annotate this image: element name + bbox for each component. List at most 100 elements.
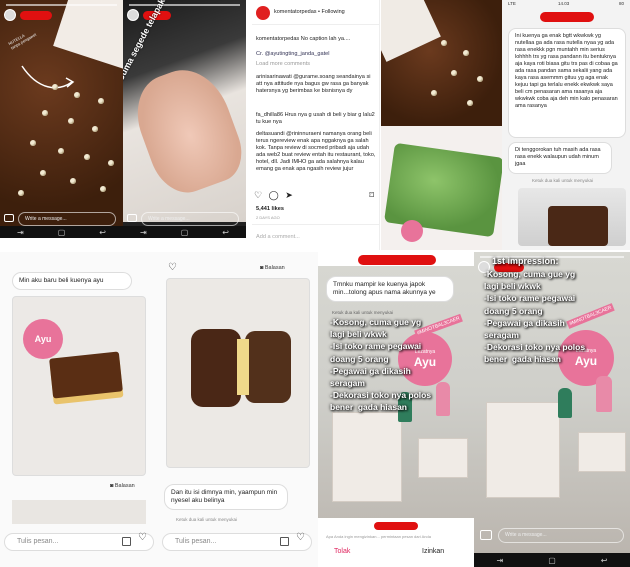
chocolate-ball — [108, 160, 114, 166]
store-display-table — [418, 438, 468, 478]
chocolate-ball — [30, 140, 36, 146]
account-name[interactable]: komentatorpedas — [274, 9, 317, 15]
chocolate-ball — [52, 84, 58, 90]
dm-panel-cake-box: Min aku baru beli kuenya ayu Ayu ◙ Balas… — [0, 252, 158, 567]
post-caption: komentatorpedas No caption lah ya.... — [256, 36, 351, 42]
reply-label-top[interactable]: ◙ Balasan — [260, 265, 285, 271]
redacted-username — [374, 522, 418, 530]
home-icon[interactable]: ▢ — [58, 228, 66, 237]
message-input[interactable]: Write a message... — [141, 212, 239, 226]
gallery-icon[interactable] — [280, 537, 289, 546]
back-icon[interactable]: ↩ — [222, 228, 229, 237]
recent-apps-icon[interactable]: ⇥ — [140, 228, 147, 237]
store-impression-overlay: -Kosong, cuma gue yg lagi beli wkwk -Isi… — [484, 269, 586, 365]
chocolate-ball — [451, 70, 457, 76]
follow-status[interactable]: • Following — [318, 9, 345, 15]
comment-1: arinisarinawati @gurame.soang seandainya… — [256, 74, 371, 94]
post-time: 2 DAYS AGO — [256, 215, 280, 220]
camera-icon[interactable] — [127, 214, 137, 222]
cake-slice-photo — [518, 188, 626, 246]
allow-button[interactable]: Izinkan — [422, 548, 444, 555]
heart-icon[interactable]: ♡ — [254, 190, 262, 200]
reply-label[interactable]: ◙ Balasan — [110, 483, 135, 489]
chocolate-ball — [70, 178, 76, 184]
store-display-table — [578, 432, 626, 472]
cake-slice — [548, 206, 608, 246]
carrier: LTE — [508, 1, 516, 6]
android-navbar: ⇥ ▢ ↩ — [123, 226, 246, 238]
chocolate-ball — [42, 110, 48, 116]
redacted-username — [540, 12, 594, 22]
share-icon[interactable]: ➤ — [285, 190, 293, 200]
message-request-text: Apa Anda ingin mengizinkan... permintaan… — [326, 534, 431, 539]
cake-piece-right — [245, 331, 291, 403]
chocolate-ball — [84, 154, 90, 160]
android-navbar: ⇥ ▢ ↩ — [474, 553, 630, 567]
cake-filling — [237, 339, 249, 395]
comment-icon[interactable]: ◯ — [269, 190, 279, 200]
chocolate-ball — [463, 50, 469, 56]
message-input[interactable]: Write a message... — [498, 528, 624, 543]
avatar — [4, 9, 16, 21]
double-tap-hint: Ketuk dua kali untuk menyukai — [532, 178, 594, 183]
comment-3: deltasuandi @rininnuraeni namanya orang … — [256, 131, 376, 172]
chat-message-bought: Min aku baru beli kuenya ayu — [12, 272, 132, 290]
home-icon[interactable]: ▢ — [181, 228, 189, 237]
camera-icon[interactable] — [4, 214, 14, 222]
android-navbar: ⇥ ▢ ↩ — [0, 226, 123, 238]
cake-box-logo — [401, 220, 423, 242]
cake-piece-left — [191, 329, 241, 407]
cake-box-photo: Ayu — [12, 296, 146, 476]
recent-apps-icon[interactable]: ⇥ — [497, 556, 504, 565]
story-panel-chocolate-cake: NUTELLA tanpa pengawet Write a message..… — [0, 0, 123, 238]
heart-icon[interactable]: ♡ — [138, 532, 147, 543]
instagram-post-comments: komentatorpedas • Following komentatorpe… — [246, 0, 380, 250]
dm-panel-cake-inside: ♡ ◙ Balasan Dan itu isi dimnya min, yaam… — [158, 252, 318, 567]
recent-apps-icon[interactable]: ⇥ — [17, 228, 24, 237]
message-input[interactable]: Tulis pesan... — [162, 533, 312, 551]
add-comment-input[interactable]: Add a comment... — [256, 234, 300, 241]
likes-count[interactable]: 5,441 likes — [256, 206, 284, 213]
heart-icon[interactable]: ♡ — [296, 532, 305, 543]
chocolate-ball — [98, 98, 104, 104]
redacted-username — [358, 255, 436, 265]
double-tap-hint: Ketuk dua kali untuk menyukai — [176, 517, 238, 522]
bookmark-icon[interactable]: ⌑ — [369, 190, 374, 201]
action-bar: ♡ ◯ ➤ ⌑ — [254, 190, 374, 202]
post-credit[interactable]: Cr. @ayutingting_janda_gatel — [256, 51, 376, 58]
chocolate-ball — [441, 40, 447, 46]
staff-person — [596, 376, 612, 412]
heart-icon[interactable]: ♡ — [168, 262, 177, 273]
avatar — [127, 9, 139, 21]
back-icon[interactable]: ↩ — [99, 228, 106, 237]
staff-person — [558, 388, 572, 418]
chocolate-ball — [58, 148, 64, 154]
home-icon[interactable]: ▢ — [548, 556, 556, 565]
deny-button[interactable]: Tolak — [334, 548, 350, 555]
story-panel-hand: Cuma segede telapak tangan gue Write a m… — [123, 0, 246, 238]
comment-2: fa_dhilla86 Hrus nya g usah di beli y bi… — [256, 112, 375, 125]
load-more-comments[interactable]: Load more comments — [256, 61, 310, 68]
message-input[interactable]: Tulis pesan... — [4, 533, 154, 551]
back-icon[interactable]: ↩ — [601, 556, 608, 565]
story-panel-store: 1st impression: Lezatnya Ayu #MINOTBAL3C… — [474, 252, 630, 567]
chat-panel-review: LTE 14.03 80 Ini kuenya ga enak bgtt wkw… — [502, 0, 630, 250]
chocolate-ball — [431, 90, 437, 96]
divider — [252, 224, 379, 225]
store-counter — [332, 412, 402, 502]
cake-slice — [49, 351, 123, 399]
next-photo-preview — [12, 500, 146, 524]
battery-level: 80 — [618, 1, 624, 6]
camera-icon[interactable] — [480, 530, 492, 540]
message-request-bar: Apa Anda ingin mengizinkan... permintaan… — [318, 518, 474, 567]
chat-message-regret: Dan itu isi dimnya min, yaampun min nyes… — [164, 484, 288, 510]
message-input[interactable]: Write a message... — [18, 212, 116, 226]
post-header: komentatorpedas • Following — [274, 9, 345, 15]
story-progress-bar — [6, 4, 117, 6]
chat-message-review: Ini kuenya ga enak bgtt wkwkwk yg nutell… — [508, 28, 626, 138]
chocolate-ball — [74, 92, 80, 98]
gallery-icon[interactable] — [122, 537, 131, 546]
store-story-title: 1st impression: — [492, 256, 559, 266]
cake-box-logo: Ayu — [23, 319, 63, 359]
chocolate-ball — [467, 100, 473, 106]
